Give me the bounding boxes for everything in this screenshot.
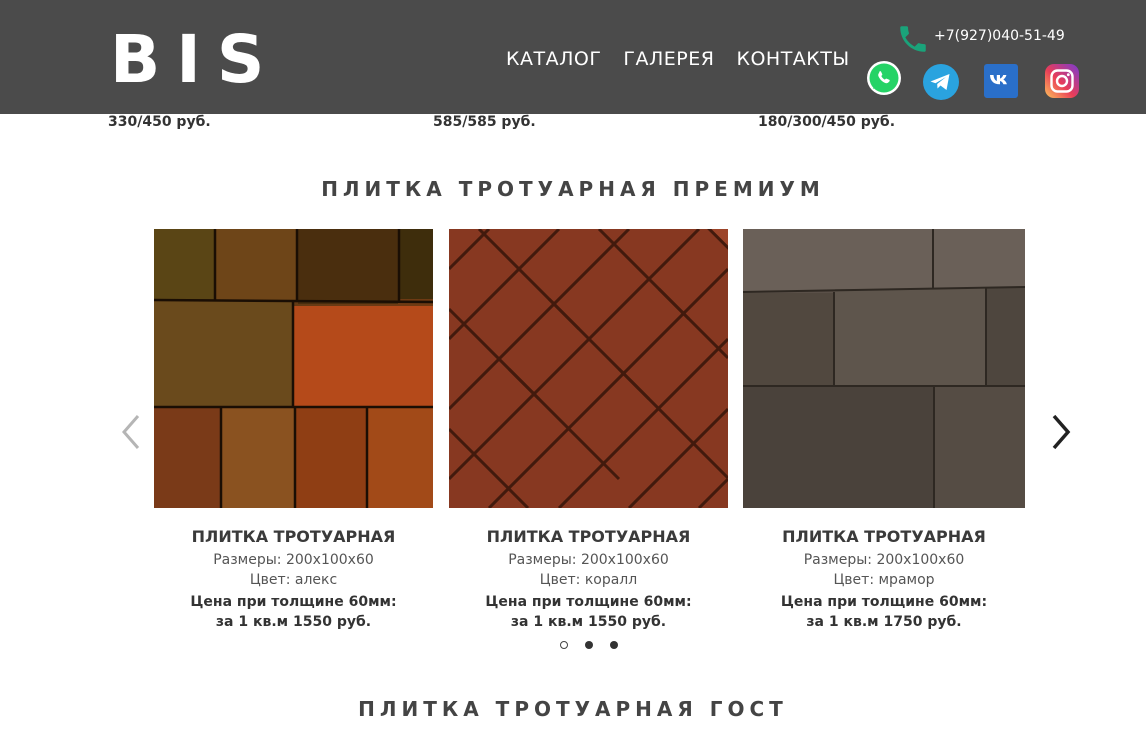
product-image-korall[interactable] [449, 229, 728, 508]
carousel-prev-button[interactable] [116, 410, 146, 454]
prev-price-3: 180/300/450 руб. [758, 114, 896, 130]
site-header: BIS КАТАЛОГ ГАЛЕРЕЯ КОНТАКТЫ +7(927)040-… [0, 0, 1146, 114]
card-size: Размеры: 200х100х60 [803, 552, 965, 568]
product-image-mramor[interactable] [743, 229, 1025, 508]
card-color: Цвет: алекс [249, 572, 338, 588]
product-card[interactable]: ПЛИТКА ТРОТУАРНАЯ Размеры: 200х100х60 Цв… [449, 229, 728, 632]
telegram-icon[interactable] [922, 63, 959, 100]
prev-price-1: 330/450 руб. [108, 114, 211, 130]
phone-number[interactable]: +7(927)040-51-49 [934, 28, 1065, 44]
carousel-next-button[interactable] [1046, 410, 1076, 454]
card-size: Размеры: 200х100х60 [213, 552, 374, 568]
carousel-dot-1[interactable] [560, 641, 568, 649]
product-card[interactable]: ПЛИТКА ТРОТУАРНАЯ Размеры: 200х100х60 Цв… [154, 229, 433, 632]
product-image-aleks[interactable] [154, 229, 433, 508]
section-title-gost: ПЛИТКА ТРОТУАРНАЯ ГОСТ [358, 697, 788, 721]
card-price-value: за 1 кв.м 1550 руб. [510, 614, 667, 630]
product-card[interactable]: ПЛИТКА ТРОТУАРНАЯ Размеры: 200х100х60 Цв… [743, 229, 1025, 632]
phone-icon [896, 22, 930, 56]
card-title: ПЛИТКА ТРОТУАРНАЯ [191, 527, 396, 546]
card-color: Цвет: мрамор [833, 572, 935, 588]
logo[interactable]: BIS [110, 22, 280, 98]
card-size: Размеры: 200х100х60 [508, 552, 669, 568]
card-price-label: Цена при толщине 60мм: [485, 594, 692, 610]
card-price-value: за 1 кв.м 1750 руб. [806, 614, 962, 630]
card-price-label: Цена при толщине 60мм: [190, 594, 397, 610]
nav-contacts[interactable]: КОНТАКТЫ [736, 48, 849, 70]
instagram-icon[interactable] [1045, 64, 1081, 100]
chevron-left-icon [122, 415, 140, 449]
nav-gallery[interactable]: ГАЛЕРЕЯ [623, 48, 714, 70]
prev-price-2: 585/585 руб. [433, 114, 536, 130]
card-price-value: за 1 кв.м 1550 руб. [215, 614, 372, 630]
carousel-dot-3[interactable] [610, 641, 618, 649]
phone-block[interactable]: +7(927)040-51-49 [896, 22, 1065, 56]
card-color: Цвет: коралл [539, 572, 638, 588]
card-price-label: Цена при толщине 60мм: [780, 594, 988, 610]
vk-icon[interactable] [984, 64, 1020, 100]
section-title-premium: ПЛИТКА ТРОТУАРНАЯ ПРЕМИУМ [321, 177, 825, 201]
nav-catalog[interactable]: КАТАЛОГ [506, 48, 601, 70]
card-title: ПЛИТКА ТРОТУАРНАЯ [486, 527, 691, 546]
chevron-right-icon [1052, 414, 1071, 450]
carousel-dot-2[interactable] [585, 641, 593, 649]
whatsapp-icon[interactable] [866, 60, 902, 96]
carousel-pagination [560, 641, 618, 649]
main-nav: КАТАЛОГ ГАЛЕРЕЯ КОНТАКТЫ [506, 48, 850, 70]
card-title: ПЛИТКА ТРОТУАРНАЯ [782, 527, 986, 546]
